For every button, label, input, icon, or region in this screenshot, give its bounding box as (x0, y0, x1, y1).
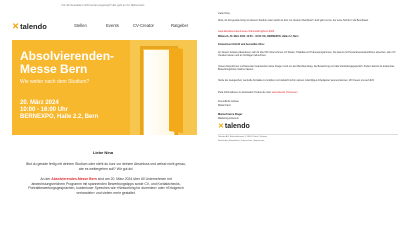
registration-line: www.absolvierendenmesse.ch/anmeldung/ber… (218, 30, 398, 33)
letter-paragraph-4-text: Para Informationen zu Ausstellern findes… (218, 91, 272, 94)
event-venue: BERNEXPO, Halle 2.2, Bern (20, 114, 99, 120)
hero-title-line-2: Messe Bern (20, 62, 88, 76)
newsletter-email: Für die Newsletter nicht korrekt angezei… (0, 0, 206, 243)
talendo-x-icon: ✕ (218, 123, 224, 130)
intro-paragraph: Bist du gerade fertig mit deinem Studium… (26, 162, 186, 171)
event-detail-line: Mittwoch, 20. März 2024, 10:00 – 16:00 U… (218, 35, 398, 38)
talendo-x-icon: ✕ (12, 21, 20, 31)
nav-link-stellen[interactable]: Stellen (74, 23, 87, 28)
greeting: Liebe Nina (92, 150, 114, 155)
free-entry-label: Kostenloser Eintritt und Aussteller-Info… (218, 43, 398, 46)
hero-subtitle: Wie weiter nach dem Studium? (20, 79, 90, 85)
salutation: Liebe Nina, (218, 12, 231, 15)
door-leaf-graphic (169, 47, 183, 133)
nav-link-ratgeber[interactable]: Ratgeber (171, 23, 188, 28)
letter-paragraph-2: Unsere Expertinnen und Experten beantwor… (218, 65, 395, 72)
logo-text: talendo (20, 22, 47, 31)
letter-paragraph-4: Para Informationen zu Ausstellern findes… (218, 91, 398, 94)
footer-address: Talendo AG, Bahnhofstrasse 2, 8001 Züric… (218, 136, 268, 138)
top-navigation: ✕talendo Stellen Events CV-Creator Ratge… (12, 21, 197, 31)
closing-2: Maria Franz (218, 104, 231, 107)
letter-talendo-logo[interactable]: ✕talendo (218, 122, 250, 130)
event-paragraph: An der Absolvierenden-Messe Bern sind am… (26, 177, 186, 195)
event-date: 20. März 2024 (20, 100, 59, 106)
event-name-link[interactable]: Absolvierenden-Messe Bern (51, 177, 97, 181)
signature-name: Maria-Franca Roger (218, 113, 243, 116)
closing-1: Freundliche Grüsse (218, 100, 239, 103)
exhibitor-link[interactable]: www.talendo.ch/messen (272, 91, 298, 94)
footer-links[interactable]: Newsletter abbestellen | Datenschutz | I… (218, 140, 398, 142)
hero-event-info: 20. März 2024 10:00 - 16:00 Uhr BERNEXPO… (20, 100, 98, 121)
letter-intro: Wow, du bist gerade fertig mit deinem St… (218, 19, 369, 22)
signature-role: Marketing & Events (218, 117, 239, 120)
footer-divider (218, 134, 398, 135)
hero-title: Absolvierenden- Messe Bern (20, 50, 140, 76)
letter-paragraph-1: An diesem Anlass präsentieren sich dir ü… (218, 51, 396, 58)
preheader-text[interactable]: Für die Newsletter nicht korrekt angezei… (0, 4, 206, 7)
event-time: 10:00 - 16:00 Uhr (20, 107, 69, 113)
event-detail: Mittwoch, 20. März 2024, 10:00 – 16:00 U… (218, 35, 299, 38)
hero-banner[interactable]: Absolvierenden- Messe Bern Wie weiter na… (12, 40, 197, 135)
free-entry-text: Kostenloser Eintritt und Aussteller-Info… (218, 43, 265, 46)
letter-paragraph-3: Nutze die Gelegenheit, wertvolle Kontakt… (218, 79, 375, 82)
letter-logo-text: talendo (224, 123, 250, 130)
letter-email: Liebe Nina, Wow, du bist gerade fertig m… (218, 10, 400, 236)
nav-link-cv-creator[interactable]: CV-Creator (133, 23, 154, 28)
talendo-logo[interactable]: ✕talendo (12, 21, 47, 32)
event-paragraph-pre: An der (40, 177, 52, 181)
registration-link[interactable]: www.absolvierendenmesse.ch/anmeldung/ber… (218, 30, 274, 33)
nav-link-events[interactable]: Events (106, 23, 119, 28)
